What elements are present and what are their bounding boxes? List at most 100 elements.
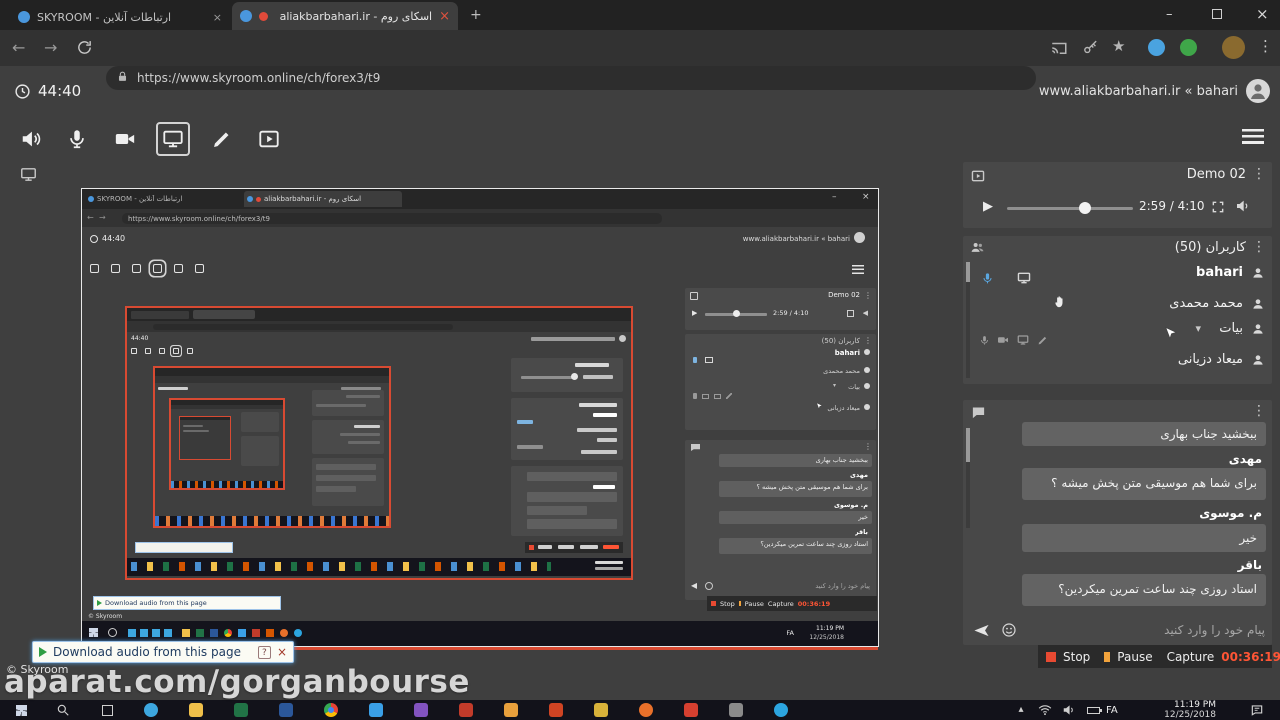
emoji-icon[interactable] xyxy=(1001,622,1017,642)
extension-icon-blue[interactable] xyxy=(1148,39,1165,56)
browser-tab-strip: SKYROOM - ارتباطات آنلاین اسکای روم - al… xyxy=(0,0,1280,30)
infobar-close-icon[interactable] xyxy=(277,646,287,658)
camera-capture-indicator-icon[interactable] xyxy=(1050,39,1068,61)
taskbar-app-icon-gray[interactable] xyxy=(727,702,745,718)
user-avatar[interactable] xyxy=(1246,79,1270,103)
chevron-down-icon[interactable] xyxy=(1195,323,1201,334)
users-scrollbar[interactable] xyxy=(966,262,970,378)
taskbar-app-icon-red[interactable] xyxy=(682,702,700,718)
tray-expand-icon[interactable] xyxy=(1012,702,1030,718)
language-indicator[interactable]: FA xyxy=(1106,705,1118,716)
taskbar-app-icon-orange[interactable] xyxy=(502,702,520,718)
taskbar-app-icon-telegram[interactable] xyxy=(772,702,790,718)
users-panel-menu-icon[interactable] xyxy=(1252,240,1266,254)
tab-aliakbarbahari[interactable]: اسکای روم - aliakbarbahari.ir xyxy=(232,2,458,30)
chat-panel-menu-icon[interactable] xyxy=(1252,404,1266,418)
stop-button[interactable]: Stop xyxy=(1063,650,1090,664)
taskbar-app-icon-chrome[interactable] xyxy=(322,702,340,718)
microphone-button[interactable] xyxy=(62,124,92,154)
video-seek-track[interactable] xyxy=(1007,207,1133,210)
nested-tab1: SKYROOM - ارتباطات آنلاین xyxy=(88,192,238,206)
taskbar-app-icon-firefox[interactable] xyxy=(637,702,655,718)
infobar-info-button[interactable]: ? xyxy=(257,645,271,659)
nested-screen-level4 xyxy=(169,398,285,490)
window-minimize-button[interactable] xyxy=(1166,8,1173,21)
session-clock-icon xyxy=(14,83,31,104)
volume-icon[interactable] xyxy=(1060,702,1078,718)
search-icon[interactable] xyxy=(54,702,72,718)
users-panel-icon xyxy=(970,240,985,259)
user-row-bahari[interactable]: bahari xyxy=(973,262,1269,292)
capture-button[interactable]: Capture xyxy=(1167,650,1215,664)
reload-icon[interactable] xyxy=(76,39,93,60)
browser-menu-icon[interactable] xyxy=(1258,39,1273,54)
taskbar-app-icon-explorer[interactable] xyxy=(187,702,205,718)
nested-close-icon xyxy=(862,193,870,202)
task-view-icon[interactable] xyxy=(98,702,116,718)
taskbar-app-icon-yellow[interactable] xyxy=(592,702,610,718)
video-time: 2:59 / 4:10 xyxy=(1139,199,1205,213)
back-icon[interactable] xyxy=(12,40,25,56)
chat-author: باقر xyxy=(1237,558,1262,572)
video-panel-menu-icon[interactable] xyxy=(1252,167,1266,181)
nested-screen-level2: 44:40 xyxy=(125,306,633,580)
video-seek-thumb[interactable] xyxy=(1079,202,1091,214)
extension-icon-green[interactable] xyxy=(1180,39,1197,56)
taskbar-app-icon-powerpoint[interactable] xyxy=(547,702,565,718)
url-bar[interactable]: https://www.skyroom.online/ch/forex3/t9 xyxy=(106,66,1036,90)
user-row-miad[interactable]: میعاد دزیانی xyxy=(973,348,1269,374)
taskbar-app-icon-purple[interactable] xyxy=(412,702,430,718)
tab1-close-icon[interactable] xyxy=(213,12,222,23)
infobar-text: Download audio from this page xyxy=(53,645,241,659)
hamburger-menu-icon[interactable] xyxy=(1242,129,1264,144)
speaker-button[interactable] xyxy=(16,124,46,154)
infobar-play-icon xyxy=(39,647,47,657)
taskbar-app-icon-pdf[interactable] xyxy=(457,702,475,718)
pause-button[interactable]: Pause xyxy=(1117,650,1152,664)
bookmark-star-icon[interactable] xyxy=(1112,39,1125,54)
profile-avatar[interactable] xyxy=(1222,36,1245,59)
chat-scrollbar[interactable] xyxy=(966,428,970,528)
stop-icon xyxy=(1046,651,1056,662)
chat-bubble: استاد روزی چند ساعت تمرین میکردین؟ xyxy=(1022,574,1266,606)
video-volume-icon[interactable] xyxy=(1235,198,1251,218)
window-close-button[interactable] xyxy=(1256,7,1269,22)
tab-skyroom-home[interactable]: SKYROOM - ارتباطات آنلاین xyxy=(10,4,230,30)
user-name: بیات xyxy=(1219,321,1243,336)
site-label: www.aliakbarbahari.ir « bahari xyxy=(1038,84,1238,99)
user-row-bayat[interactable]: بیات xyxy=(973,318,1269,348)
start-button[interactable] xyxy=(12,702,30,718)
key-icon[interactable] xyxy=(1082,39,1099,60)
whiteboard-pencil-button[interactable] xyxy=(206,124,236,154)
video-play-icon[interactable] xyxy=(983,200,993,213)
nested-forward-icon xyxy=(99,214,106,222)
taskbar-app-icon-vscode[interactable] xyxy=(367,702,385,718)
user-mic-icon[interactable] xyxy=(981,270,994,289)
taskbar-app-icon-edge[interactable] xyxy=(142,702,160,718)
battery-icon[interactable] xyxy=(1084,702,1102,718)
user-screen-icon[interactable] xyxy=(1017,270,1031,289)
video-fullscreen-icon[interactable] xyxy=(1211,199,1225,218)
wifi-icon[interactable] xyxy=(1036,702,1054,718)
media-share-button[interactable] xyxy=(254,124,284,154)
user-row-mohammad[interactable]: محمد محمدی xyxy=(973,292,1269,318)
taskbar-app-icon-word[interactable] xyxy=(277,702,295,718)
action-center-icon[interactable] xyxy=(1248,702,1266,718)
users-panel-title: کاربران (50) xyxy=(1174,240,1246,255)
taskbar-app-icon-excel[interactable] xyxy=(232,702,250,718)
send-message-icon[interactable] xyxy=(973,622,990,643)
download-audio-infobar: Download audio from this page ? xyxy=(32,641,294,663)
tab2-close-icon[interactable] xyxy=(439,10,450,23)
window-maximize-button[interactable] xyxy=(1212,9,1222,19)
webcam-button[interactable] xyxy=(110,124,140,154)
new-tab-button[interactable] xyxy=(470,8,482,22)
video-player-panel: Demo 02 2:59 / 4:10 xyxy=(963,162,1272,228)
layout-monitor-icon[interactable] xyxy=(20,166,37,187)
chat-input[interactable] xyxy=(1027,618,1265,642)
nested-infobar: Download audio from this page xyxy=(93,596,281,610)
forward-icon[interactable] xyxy=(44,40,57,56)
chat-author: م. موسوی xyxy=(1199,506,1262,520)
person-icon xyxy=(1251,321,1265,340)
taskbar-clock[interactable]: 11:19 PM 12/25/2018 xyxy=(1136,700,1216,720)
screen-share-button[interactable] xyxy=(156,122,190,156)
